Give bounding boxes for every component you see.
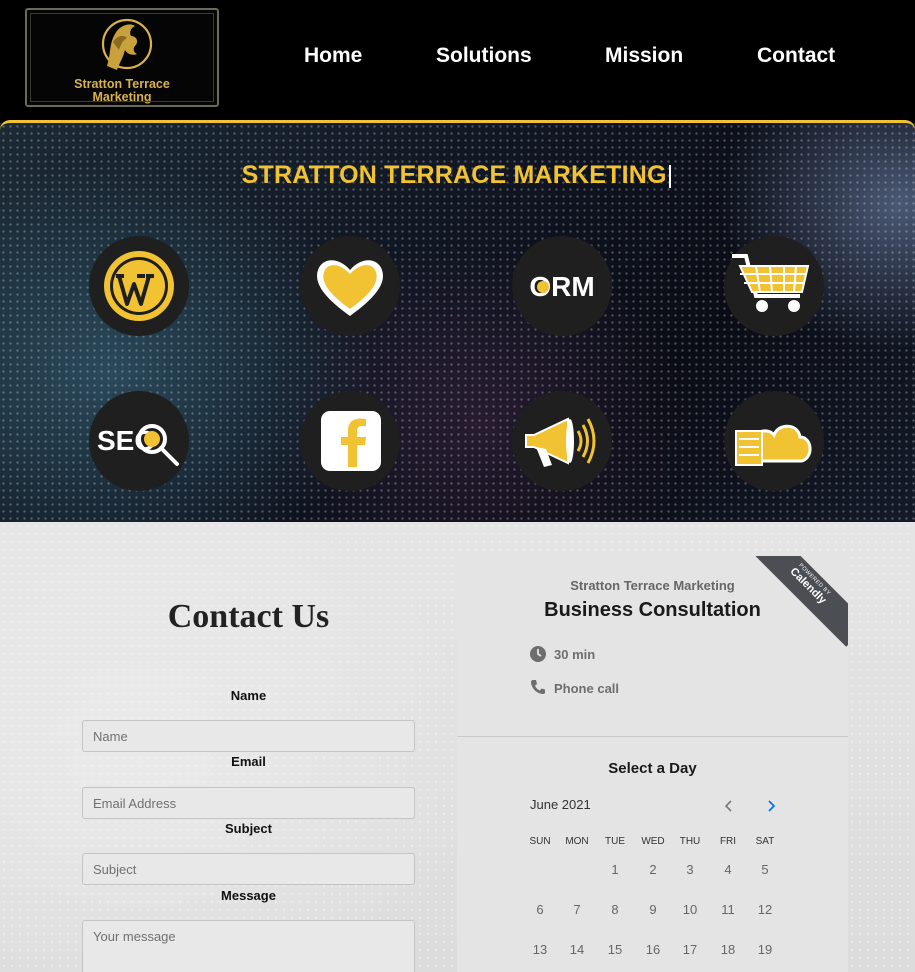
calendar-day[interactable]: 16	[635, 942, 671, 957]
calendar-day[interactable]: 6	[522, 902, 558, 917]
contact-title: Contact Us	[167, 598, 330, 635]
phone-icon	[531, 680, 545, 694]
nav-home[interactable]: Home	[304, 44, 362, 68]
calendar-day[interactable]: 4	[710, 862, 746, 877]
nav-mission[interactable]: Mission	[605, 44, 683, 68]
calendar-day[interactable]: 3	[672, 862, 708, 877]
calendly-organizer: Stratton Terrace Marketing	[570, 578, 735, 593]
weekday-wed: WED	[641, 836, 665, 847]
calendly-divider	[457, 736, 848, 737]
seo-search-icon[interactable]: SEO	[89, 391, 189, 491]
cloud-server-icon[interactable]	[724, 391, 824, 491]
weekday-sun: SUN	[529, 836, 551, 847]
megaphone-icon[interactable]	[512, 391, 612, 491]
select-day-heading: Select a Day	[608, 760, 697, 777]
message-label: Message	[221, 888, 276, 903]
chevron-right-icon[interactable]	[761, 796, 781, 816]
facebook-icon[interactable]	[300, 391, 400, 491]
calendar-day[interactable]: 14	[559, 942, 595, 957]
event-location: Phone call	[554, 681, 620, 696]
calendar-day[interactable]: 5	[747, 862, 783, 877]
shopping-cart-icon[interactable]	[724, 236, 824, 336]
logo-text-line1: Stratton Terrace	[74, 77, 170, 91]
hero-title-text: STRATTON TERRACE MARKETING	[241, 161, 667, 189]
orm-icon[interactable]: ORM	[512, 236, 612, 336]
hero-section: STRATTON TERRACE MARKETING| ORM SEO	[0, 123, 915, 522]
nav-contact[interactable]: Contact	[757, 44, 835, 68]
calendar-day[interactable]: 7	[559, 902, 595, 917]
calendar-day[interactable]: 17	[672, 942, 708, 957]
calendly-widget: POWERED BY Calendly Stratton Terrace Mar…	[457, 556, 848, 972]
calendar-day[interactable]: 15	[597, 942, 633, 957]
calendar-day[interactable]: 1	[597, 862, 633, 877]
calendar-month: June 2021	[530, 797, 591, 812]
calendar-day[interactable]: 2	[635, 862, 671, 877]
event-duration: 30 min	[554, 647, 596, 662]
weekday-thu: THU	[679, 836, 701, 847]
calendar-day[interactable]: 13	[522, 942, 558, 957]
message-field[interactable]	[82, 920, 415, 972]
typing-cursor: |	[666, 161, 674, 189]
calendar-day[interactable]: 9	[635, 902, 671, 917]
logo-text-line2: Marketing	[92, 90, 152, 104]
calendar-day[interactable]: 10	[672, 902, 708, 917]
main-nav: Home Solutions Mission Contact	[0, 44, 915, 74]
weekday-tue: TUE	[605, 836, 625, 847]
wordpress-icon[interactable]	[89, 236, 189, 336]
weekday-sat: SAT	[755, 836, 775, 847]
nav-solutions[interactable]: Solutions	[436, 44, 532, 68]
calendar-day[interactable]: 11	[710, 902, 746, 917]
weekday-fri: FRI	[719, 836, 737, 847]
calendar-day[interactable]: 12	[747, 902, 783, 917]
subject-label: Subject	[225, 821, 272, 836]
email-field[interactable]	[82, 787, 415, 819]
hero-title: STRATTON TERRACE MARKETING|	[0, 161, 915, 190]
chevron-left-icon[interactable]	[719, 796, 739, 816]
calendar-day[interactable]: 18	[710, 942, 746, 957]
heart-icon[interactable]	[300, 236, 400, 336]
gold-divider	[0, 120, 915, 130]
calendar-day[interactable]: 19	[747, 942, 783, 957]
subject-field[interactable]	[82, 853, 415, 885]
email-label: Email	[231, 754, 266, 769]
contact-section: Contact Us Name Email Subject Message PO…	[0, 522, 915, 972]
site-header: Stratton Terrace Marketing Home Solution…	[0, 0, 915, 120]
weekday-mon: MON	[565, 836, 589, 847]
calendar-day[interactable]: 8	[597, 902, 633, 917]
calendly-event-name: Business Consultation	[544, 599, 761, 621]
name-field[interactable]	[82, 720, 415, 752]
clock-icon	[530, 646, 546, 662]
name-label: Name	[230, 688, 267, 703]
